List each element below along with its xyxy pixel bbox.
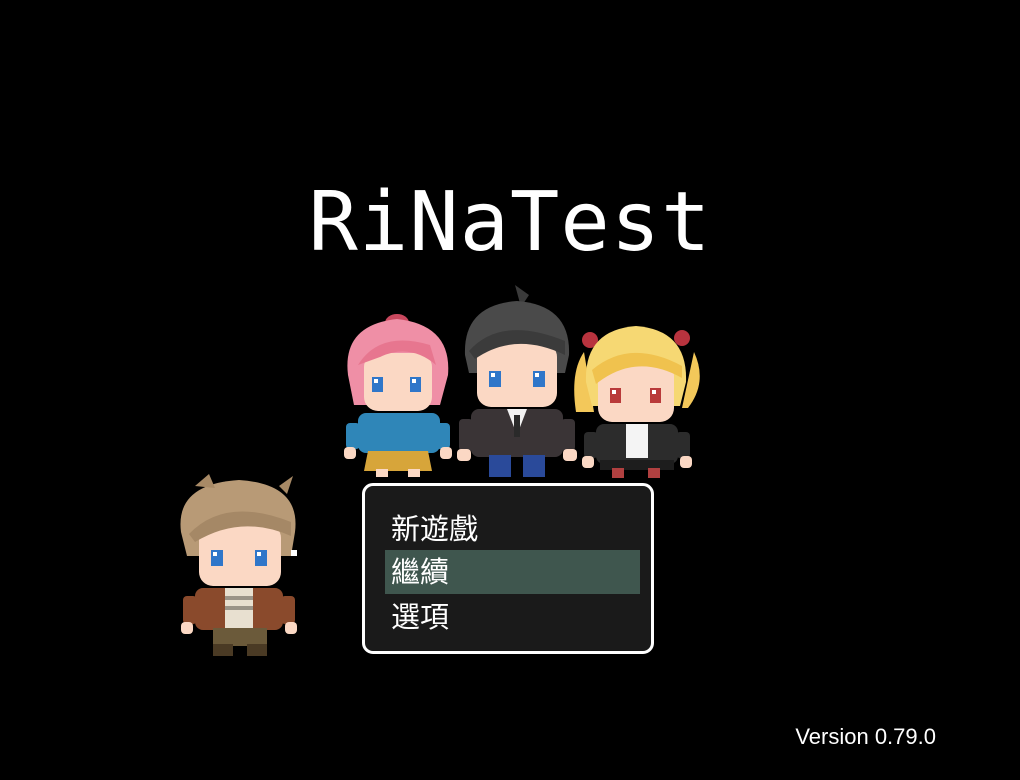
blonde-twintail-girl-sprite (574, 326, 700, 478)
pink-hair-girl-sprite (344, 314, 452, 477)
menu-item-continue[interactable]: 繼續 (385, 550, 640, 594)
brown-hair-boy-sprite (180, 474, 297, 656)
dark-hair-boy-sprite (457, 285, 577, 477)
menu-item-new-game[interactable]: 新遊戲 (385, 507, 640, 551)
menu-item-options[interactable]: 選項 (385, 595, 640, 639)
version-label: Version 0.79.0 (795, 724, 936, 749)
title-menu-window: 新遊戲 繼續 選項 (362, 483, 654, 654)
game-title: RiNaTest (308, 175, 712, 270)
